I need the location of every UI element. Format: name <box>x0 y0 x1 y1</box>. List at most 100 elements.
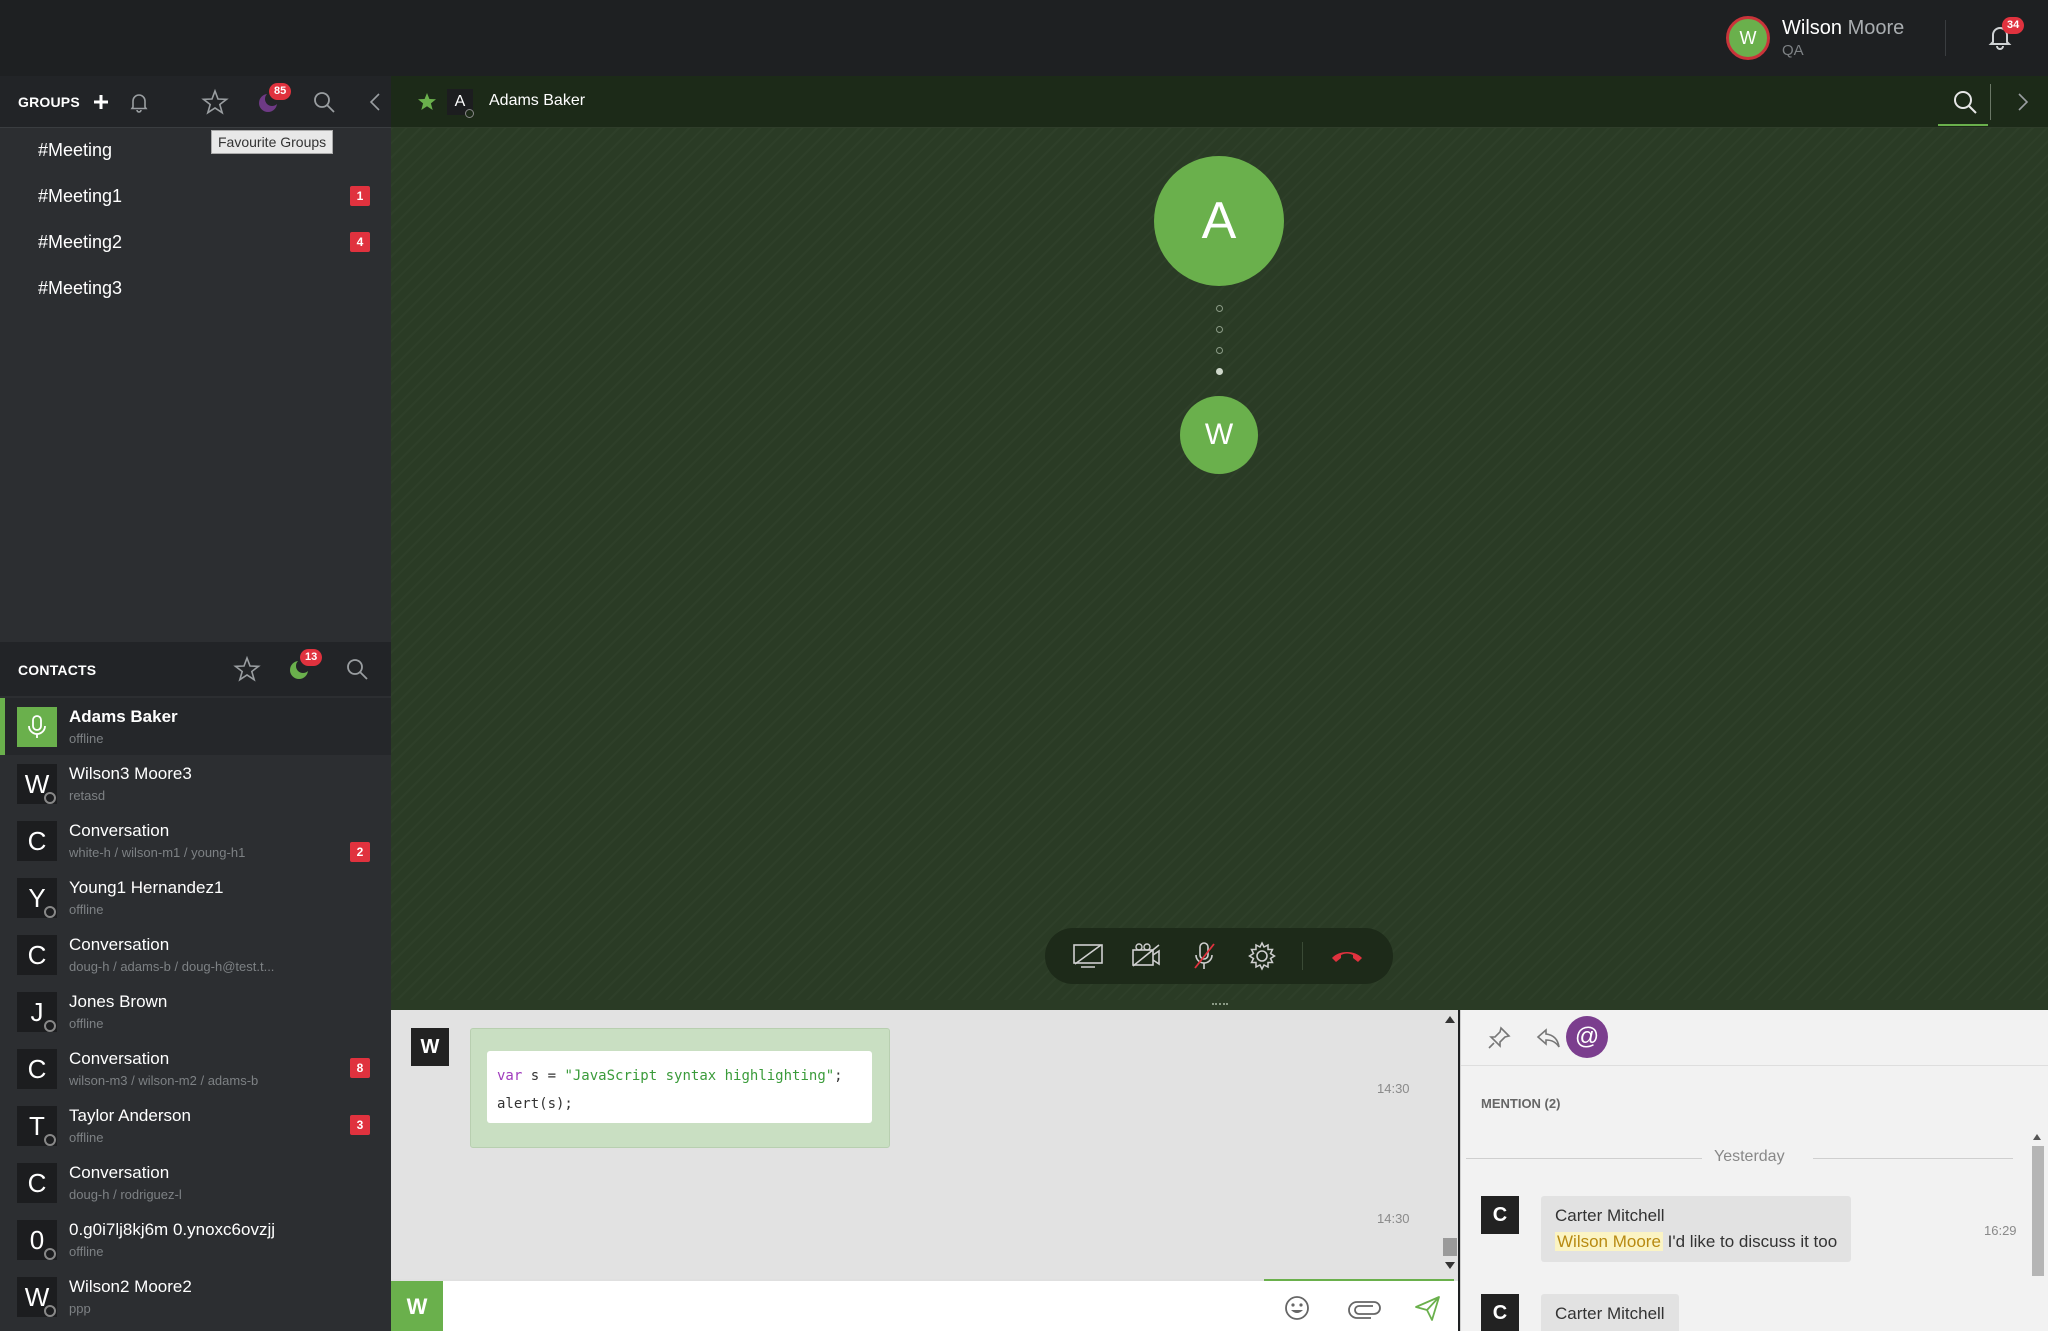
contact-item[interactable]: J Jones Brown offline <box>0 983 391 1040</box>
contact-unread-count: 3 <box>350 1115 370 1135</box>
favourite-star-icon[interactable] <box>417 92 437 112</box>
contact-item[interactable]: 0 0.g0i7lj8kj6m 0.ynoxc6ovzjj offline <box>0 1211 391 1268</box>
screen-share-off-icon[interactable] <box>1071 940 1105 972</box>
notifications-bell-icon[interactable]: 34 <box>1984 17 2025 52</box>
contact-unread-count: 8 <box>350 1058 370 1078</box>
contact-status: offline <box>69 731 104 746</box>
unread-contacts-moon-icon[interactable]: 13 <box>286 649 323 682</box>
contact-item[interactable]: C Conversation wilson-m3 / wilson-m2 / a… <box>0 1040 391 1097</box>
collapse-sidebar-chevron-icon[interactable] <box>363 89 389 115</box>
chat-scrollbar[interactable] <box>1440 1010 1458 1279</box>
search-conversation-icon[interactable] <box>1951 88 1979 116</box>
connecting-dot-active <box>1216 368 1223 375</box>
contact-item[interactable]: W Wilson3 Moore3 retasd 2 <box>0 755 391 862</box>
contact-item[interactable]: C Conversation doug-h / adams-b / doug-h… <box>0 926 391 983</box>
group-item-meeting3[interactable]: #Meeting3 <box>38 278 122 299</box>
message-bubble: var s = "JavaScript syntax highlighting"… <box>470 1028 890 1148</box>
attachment-paperclip-icon[interactable] <box>1347 1293 1381 1323</box>
active-indicator <box>0 698 5 755</box>
call-settings-gear-icon[interactable] <box>1245 940 1279 972</box>
group-notifications-bell-icon[interactable] <box>126 89 152 115</box>
composer-avatar: W <box>391 1281 443 1331</box>
local-participant-avatar: W <box>1180 396 1258 474</box>
splitter-grip-icon[interactable] <box>1212 1003 1228 1006</box>
contact-status: doug-h / adams-b / doug-h@test.t... <box>69 959 275 974</box>
mention-text: Wilson Moore I'd like to discuss it too <box>1555 1232 1837 1252</box>
group-unread-count: 1 <box>350 186 370 206</box>
add-group-plus-icon[interactable] <box>88 89 114 115</box>
day-label: Yesterday <box>1714 1148 1785 1165</box>
favourite-groups-star-icon[interactable] <box>201 88 229 115</box>
contact-name: Wilson2 Moore2 <box>69 1277 192 1296</box>
unread-groups-moon-icon[interactable]: 85 <box>255 83 292 115</box>
mentions-scrollbar[interactable] <box>2028 1130 2046 1331</box>
groups-header: GROUPS 85 <box>0 76 391 128</box>
hang-up-phone-icon[interactable] <box>1329 940 1363 972</box>
presence-status-icon <box>44 906 56 918</box>
mention-bubble[interactable]: Carter Mitchell Wilson Moore I'd like to… <box>1541 1196 1852 1262</box>
contacts-unread-badge: 13 <box>300 649 323 666</box>
mention-author: Carter Mitchell <box>1555 1304 1665 1323</box>
connecting-dot <box>1216 326 1223 333</box>
code-block: var s = "JavaScript syntax highlighting"… <box>487 1051 872 1123</box>
code-line-2: alert(s); <box>497 1096 573 1112</box>
sidebar: GROUPS 85 Favourite Groups #Meeting #Mee… <box>0 76 391 1331</box>
search-contacts-icon[interactable] <box>344 656 370 682</box>
expand-panel-chevron-icon[interactable] <box>2011 90 2035 114</box>
user-profile[interactable]: W Wilson Moore QA <box>1726 16 1904 60</box>
mention-avatar: C <box>1481 1196 1519 1234</box>
group-item-meeting[interactable]: #Meeting <box>38 140 112 161</box>
contact-item[interactable]: Y Young1 Hernandez1 offline <box>0 869 391 926</box>
message-time: 14:30 <box>1377 1211 1410 1226</box>
send-paper-plane-icon[interactable] <box>1412 1293 1442 1323</box>
scroll-down-arrow-icon[interactable] <box>1445 1262 1455 1269</box>
pin-icon[interactable] <box>1485 1024 1513 1052</box>
contact-item[interactable]: W Wilson2 Moore2 ppp <box>0 1268 391 1325</box>
mention-bubble[interactable]: Carter Mitchell <box>1541 1294 1679 1331</box>
scrollbar-thumb[interactable] <box>1443 1238 1457 1256</box>
resize-splitter[interactable] <box>391 1000 2048 1010</box>
group-unread-count: 4 <box>350 232 370 252</box>
contact-name: 0.g0i7lj8kj6m 0.ynoxc6ovzjj <box>69 1220 275 1239</box>
group-item-meeting1[interactable]: #Meeting1 <box>38 186 122 207</box>
search-groups-icon[interactable] <box>311 89 337 115</box>
favourite-contacts-star-icon[interactable] <box>233 655 261 682</box>
contact-item[interactable]: C Conversation white-h / wilson-m1 / you… <box>0 812 391 869</box>
conversation-title: Adams Baker <box>489 92 586 109</box>
mention-highlight: Wilson Moore <box>1555 1232 1663 1251</box>
groups-unread-badge: 85 <box>269 83 292 100</box>
composer-focus-line <box>1264 1279 1454 1281</box>
contact-item[interactable]: T Taylor Anderson offline 3 <box>0 1097 391 1154</box>
scroll-up-arrow-icon[interactable] <box>2033 1134 2041 1140</box>
mentions-at-button[interactable]: @ <box>1566 1016 1608 1058</box>
contact-item-active[interactable]: Adams Baker offline <box>0 698 391 755</box>
chat-messages: W var s = "JavaScript syntax highlightin… <box>391 1010 1458 1279</box>
call-controls <box>1045 928 1393 984</box>
scroll-up-arrow-icon[interactable] <box>1445 1016 1455 1023</box>
user-last-name: Moore <box>1847 17 1905 39</box>
mention-author: Carter Mitchell <box>1555 1206 1665 1225</box>
controls-divider <box>1302 942 1303 970</box>
contact-item[interactable]: C Conversation doug-h / rodriguez-l <box>0 1154 391 1211</box>
reply-arrow-icon[interactable] <box>1534 1024 1562 1052</box>
day-divider-right <box>1813 1158 2013 1159</box>
user-avatar[interactable]: W <box>1726 16 1770 60</box>
contact-avatar: C <box>17 821 57 861</box>
connecting-dot <box>1216 305 1223 312</box>
video-off-icon[interactable] <box>1129 940 1163 972</box>
scrollbar-thumb[interactable] <box>2032 1146 2044 1276</box>
app-root: W Wilson Moore QA 34 GROUPS 85 Favourite… <box>0 0 2048 1331</box>
contact-status: offline <box>69 1016 104 1031</box>
emoji-icon[interactable] <box>1282 1293 1312 1323</box>
top-bar: W Wilson Moore QA 34 <box>0 0 2048 76</box>
user-role: QA <box>1782 42 1804 59</box>
mention-avatar: C <box>1481 1294 1519 1331</box>
contact-name: Conversation <box>69 821 170 840</box>
presence-status-icon <box>44 1305 56 1317</box>
message-input[interactable] <box>461 1291 1261 1323</box>
contact-status: offline <box>69 1244 104 1259</box>
groups-title: GROUPS <box>18 94 80 110</box>
group-item-meeting2[interactable]: #Meeting2 <box>38 232 122 253</box>
microphone-muted-icon[interactable] <box>1187 940 1221 972</box>
contact-avatar: C <box>17 1049 57 1089</box>
